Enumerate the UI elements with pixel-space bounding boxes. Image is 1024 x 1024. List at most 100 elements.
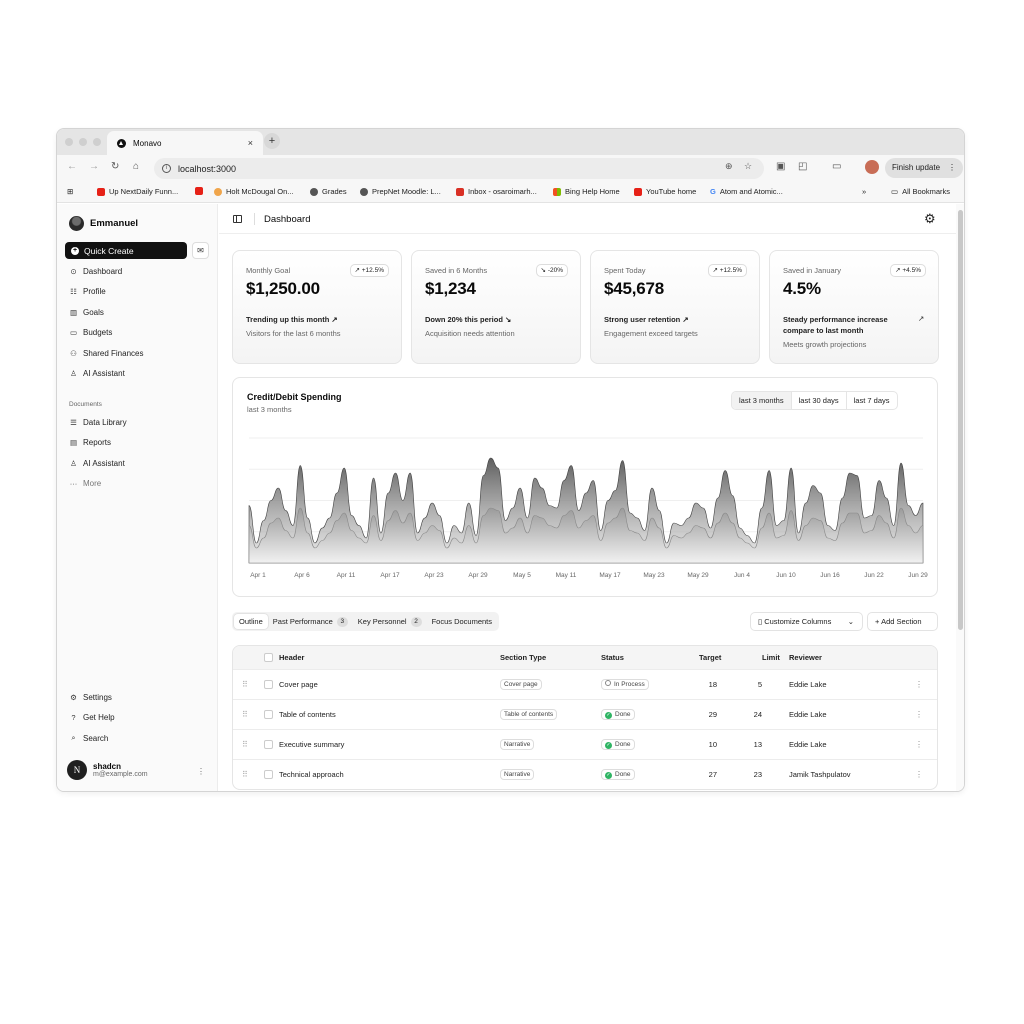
sidebar-item-dashboard[interactable]: ⊙ Dashboard [69, 267, 122, 276]
sidebar-item-goals[interactable]: ▥ Goals [69, 308, 104, 317]
zoom-icon[interactable]: ⊕ [725, 161, 733, 172]
maximize-window-dot[interactable] [93, 138, 101, 146]
drag-handle-icon[interactable]: ⠿ [242, 700, 248, 729]
stat-trend: Strong user retention ↗ [604, 315, 689, 324]
mail-icon[interactable]: ✉ [192, 242, 209, 259]
reviewer[interactable]: Eddie Lake [789, 670, 827, 699]
sidebar-item-profile[interactable]: ☷ Profile [69, 287, 106, 296]
row-header[interactable]: Technical approach [279, 760, 344, 789]
browser-tab[interactable]: Monavo × [107, 131, 263, 155]
row-checkbox[interactable] [264, 700, 273, 729]
bookmark-item[interactable]: Up NextDaily Funn... [97, 187, 178, 196]
row-header[interactable]: Executive summary [279, 730, 344, 759]
new-tab-button[interactable]: + [264, 133, 280, 149]
row-menu-icon[interactable]: ⋮ [915, 700, 923, 729]
bookmark-item[interactable]: Bing Help Home [553, 187, 620, 196]
target-value[interactable]: 27 [697, 760, 717, 789]
account-menu[interactable]: N shadcn m@example.com [67, 760, 148, 780]
scrollbar-thumb[interactable] [958, 210, 963, 630]
tab-focus-documents[interactable]: Focus Documents [427, 614, 497, 629]
limit-value[interactable]: 13 [747, 730, 762, 759]
tab-past-performance[interactable]: Past Performance 3 [268, 614, 353, 629]
account-more-icon[interactable]: ⋮ [197, 767, 205, 776]
sidebar-item-get-help[interactable]: ? Get Help [69, 713, 114, 722]
select-all-checkbox[interactable] [264, 646, 273, 669]
limit-value[interactable]: 24 [747, 700, 762, 729]
bookmark-item[interactable]: Inbox - osaroimarh... [456, 187, 537, 196]
x-tick-label: Jun 29 [908, 572, 928, 579]
row-header[interactable]: Table of contents [279, 700, 336, 729]
quick-create-button[interactable]: + Quick Create [65, 242, 187, 259]
limit-value[interactable]: 5 [747, 670, 762, 699]
bookmark-star-icon[interactable]: ☆ [744, 161, 752, 172]
table-view-tabs: Outline Past Performance 3 Key Personnel 2… [232, 612, 500, 631]
apps-grid-icon[interactable]: ⊞ [67, 187, 73, 196]
target-value[interactable]: 10 [697, 730, 717, 759]
tab-outline[interactable]: Outline [234, 614, 268, 629]
reviewer[interactable]: Jamik Tashpulatov [789, 760, 851, 789]
bookmark-item[interactable]: Holt McDougal On... [214, 187, 294, 196]
all-bookmarks[interactable]: ▭ All Bookmarks [891, 187, 950, 196]
browser-window: Monavo × + ← → ↻ ⌂ i localhost:3000 ⊕ ☆ … [56, 128, 965, 792]
goals-icon: ▥ [69, 308, 78, 317]
sidebar-item-more[interactable]: ··· More [69, 479, 101, 488]
target-value[interactable]: 29 [697, 700, 717, 729]
puzzle-icon[interactable]: ◰ [798, 161, 807, 172]
section-type: Cover page [500, 670, 542, 699]
target-value[interactable]: 18 [697, 670, 717, 699]
youtube-icon [634, 187, 642, 196]
row-menu-icon[interactable]: ⋮ [915, 730, 923, 759]
dashboard-icon: ⊙ [70, 267, 77, 276]
reviewer[interactable]: Eddie Lake [789, 730, 827, 759]
stat-trend: Down 20% this period ↘ [425, 315, 512, 324]
drag-handle-icon[interactable]: ⠿ [242, 730, 248, 759]
side-panel-icon[interactable]: ▭ [832, 161, 841, 172]
home-icon[interactable]: ⌂ [133, 161, 139, 172]
finish-update-button[interactable]: Finish update ⋮ [885, 158, 963, 178]
add-section-button[interactable]: + Add Section [867, 612, 938, 631]
sidebar-item-budgets[interactable]: ▭ Budgets [69, 328, 112, 337]
close-window-dot[interactable] [65, 138, 73, 146]
address-bar[interactable]: i localhost:3000 [154, 158, 764, 179]
row-checkbox[interactable] [264, 730, 273, 759]
extension-icon[interactable]: ▣ [776, 161, 785, 172]
bookmark-item[interactable]: Grades [310, 187, 347, 196]
row-menu-icon[interactable]: ⋮ [915, 760, 923, 789]
sidebar-item-ai-assistant[interactable]: ♙ AI Assistant [69, 369, 125, 378]
forward-icon[interactable]: → [89, 161, 99, 172]
reload-icon[interactable]: ↻ [111, 161, 119, 172]
sidebar-item-search[interactable]: ⌕ Search [69, 733, 108, 743]
reviewer[interactable]: Eddie Lake [789, 700, 827, 729]
drag-handle-icon[interactable]: ⠿ [242, 670, 248, 699]
limit-value[interactable]: 23 [747, 760, 762, 789]
bookmark-item[interactable]: PrepNet Moodle: L... [360, 187, 441, 196]
sidebar-toggle-icon[interactable] [233, 215, 242, 223]
bookmark-item[interactable]: YouTube home [634, 187, 696, 196]
bookmark-item[interactable] [195, 187, 207, 195]
sidebar-item-data-library[interactable]: ☰ Data Library [69, 418, 126, 427]
kebab-menu-icon[interactable]: ⋮ [948, 158, 956, 178]
minimize-window-dot[interactable] [79, 138, 87, 146]
sidebar-item-ai-assistant-docs[interactable]: ♙ AI Assistant [69, 459, 125, 468]
tab-close-icon[interactable]: × [248, 138, 253, 148]
back-icon[interactable]: ← [67, 161, 77, 172]
page-scrollbar[interactable] [956, 204, 964, 791]
row-menu-icon[interactable]: ⋮ [915, 670, 923, 699]
sidebar-item-shared-finances[interactable]: ⚇ Shared Finances [69, 349, 143, 358]
more-bookmarks-icon[interactable]: » [862, 187, 866, 196]
row-checkbox[interactable] [264, 760, 273, 789]
row-header[interactable]: Cover page [279, 670, 318, 699]
sidebar-item-settings[interactable]: ⚙ Settings [69, 693, 112, 702]
gear-icon[interactable]: ⚙ [924, 211, 936, 227]
bookmark-item[interactable]: G Atom and Atomic... [710, 187, 783, 196]
column-header: Header [279, 653, 305, 662]
workspace-user[interactable]: Emmanuel [69, 216, 138, 231]
row-checkbox[interactable] [264, 670, 273, 699]
site-info-icon[interactable]: i [162, 164, 171, 173]
tab-key-personnel[interactable]: Key Personnel 2 [353, 614, 427, 629]
profile-avatar[interactable] [865, 160, 879, 174]
drag-handle-icon[interactable]: ⠿ [242, 760, 248, 789]
stat-trend: Trending up this month ↗ [246, 315, 338, 324]
sidebar-item-reports[interactable]: ▤ Reports [69, 438, 111, 447]
customize-columns-button[interactable]: ▯ Customize Columns ⌄ [750, 612, 863, 631]
